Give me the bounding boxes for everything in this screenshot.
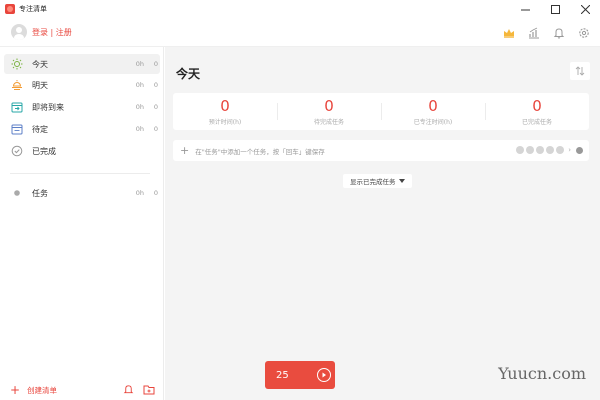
title-bar: 专注清单 bbox=[0, 0, 600, 18]
sidebar-item-tasks[interactable]: 任务 0h 0 bbox=[4, 183, 160, 203]
sidebar-footer: + 创建清单 bbox=[0, 380, 163, 400]
sidebar-item-count: 0 bbox=[153, 81, 158, 89]
sidebar-item-time: 0h bbox=[135, 189, 144, 197]
plus-icon: + bbox=[180, 144, 190, 157]
sidebar: 今天 0h 0 明天 0h 0 即将到来 0h 0 待定 0h 0 已完成 任务… bbox=[0, 47, 164, 400]
sidebar-item-pending[interactable]: 待定 0h 0 bbox=[4, 119, 160, 139]
main-panel: 今天 0 预计时间(h) 0 待完成任务 0 已专注时间(h) 0 已完成任务 … bbox=[165, 47, 600, 400]
pomodoro-estimate-selector[interactable]: › bbox=[516, 146, 571, 154]
sidebar-divider bbox=[10, 173, 150, 174]
stat-focused-time: 0 已专注时间(h) bbox=[381, 93, 485, 130]
login-register-link[interactable]: 登录 | 注册 bbox=[32, 27, 72, 38]
plus-icon: + bbox=[10, 383, 21, 397]
sidebar-item-label: 待定 bbox=[32, 124, 48, 134]
stat-pending-tasks: 0 待完成任务 bbox=[277, 93, 381, 130]
tomato-icon[interactable] bbox=[546, 146, 555, 154]
sort-icon bbox=[575, 66, 585, 76]
calendar-upcoming-icon bbox=[10, 100, 24, 114]
crown-icon[interactable] bbox=[503, 27, 515, 39]
sidebar-item-time: 0h bbox=[135, 103, 144, 111]
avatar[interactable] bbox=[11, 24, 27, 40]
close-button[interactable] bbox=[570, 0, 600, 18]
tomato-icon[interactable] bbox=[536, 146, 545, 154]
stat-value: 0 bbox=[428, 96, 438, 115]
dot-icon bbox=[10, 186, 24, 200]
stat-value: 0 bbox=[220, 96, 230, 115]
calendar-pending-icon bbox=[10, 122, 24, 136]
close-icon bbox=[580, 4, 590, 14]
tomato-icon[interactable] bbox=[516, 146, 525, 154]
stats-panel: 0 预计时间(h) 0 待完成任务 0 已专注时间(h) 0 已完成任务 bbox=[173, 93, 589, 130]
sidebar-item-count: 0 bbox=[153, 189, 158, 197]
stat-completed-tasks: 0 已完成任务 bbox=[485, 93, 589, 130]
sidebar-item-upcoming[interactable]: 即将到来 0h 0 bbox=[4, 97, 160, 117]
stat-label: 预计时间(h) bbox=[208, 118, 242, 126]
chevron-right-icon[interactable]: › bbox=[568, 146, 571, 154]
sidebar-item-label: 明天 bbox=[32, 80, 48, 90]
chart-icon[interactable] bbox=[528, 27, 540, 39]
header-toolbar bbox=[503, 18, 590, 47]
window-controls bbox=[510, 0, 600, 18]
page-title: 今天 bbox=[176, 67, 201, 81]
sort-button[interactable] bbox=[570, 62, 590, 80]
stat-label: 已完成任务 bbox=[521, 118, 552, 126]
bell-icon[interactable] bbox=[553, 27, 565, 39]
minimize-button[interactable] bbox=[510, 0, 540, 18]
add-task-input[interactable]: + 在"任务"中添加一个任务，按「回车」键保存 › bbox=[173, 140, 589, 161]
sidebar-item-count: 0 bbox=[153, 125, 158, 133]
sidebar-footer-icons bbox=[123, 384, 155, 397]
sidebar-item-tomorrow[interactable]: 明天 0h 0 bbox=[4, 75, 160, 95]
app-header: 登录 | 注册 bbox=[0, 18, 600, 47]
tomato-icon[interactable] bbox=[556, 146, 565, 154]
folder-icon[interactable] bbox=[143, 384, 155, 397]
sidebar-item-time: 0h bbox=[135, 60, 144, 68]
pomodoro-timer-button[interactable]: 25 bbox=[265, 361, 335, 389]
minimize-icon bbox=[520, 9, 530, 10]
sidebar-item-time: 0h bbox=[135, 125, 144, 133]
sidebar-item-label: 任务 bbox=[32, 188, 48, 198]
sun-icon bbox=[10, 57, 24, 71]
create-list-button[interactable]: + 创建清单 bbox=[10, 383, 57, 397]
show-completed-toggle[interactable]: 显示已完成任务 bbox=[343, 174, 412, 188]
sidebar-item-label: 今天 bbox=[32, 59, 48, 69]
check-circle-icon bbox=[10, 144, 24, 158]
maximize-icon bbox=[550, 4, 560, 14]
sidebar-item-completed[interactable]: 已完成 bbox=[4, 141, 160, 161]
timer-minutes: 25 bbox=[276, 369, 289, 381]
sidebar-item-label: 即将到来 bbox=[32, 102, 64, 112]
stat-value: 0 bbox=[324, 96, 334, 115]
app-logo-icon bbox=[5, 4, 15, 14]
stat-estimated-time: 0 预计时间(h) bbox=[173, 93, 277, 130]
show-completed-label: 显示已完成任务 bbox=[350, 178, 396, 186]
stat-label: 已专注时间(h) bbox=[413, 118, 453, 126]
watermark: Yuucn.com bbox=[498, 364, 586, 383]
caret-down-icon bbox=[398, 178, 405, 183]
sidebar-item-count: 0 bbox=[153, 103, 158, 111]
settings-icon[interactable] bbox=[578, 27, 590, 39]
app-title: 专注清单 bbox=[19, 5, 47, 13]
sidebar-item-label: 已完成 bbox=[32, 146, 56, 156]
play-icon[interactable] bbox=[317, 368, 331, 382]
sidebar-item-time: 0h bbox=[135, 81, 144, 89]
sunset-icon bbox=[10, 78, 24, 92]
sidebar-item-count: 0 bbox=[153, 60, 158, 68]
stat-label: 待完成任务 bbox=[313, 118, 344, 126]
maximize-button[interactable] bbox=[540, 0, 570, 18]
bell-folder-icon[interactable] bbox=[123, 384, 134, 397]
stat-value: 0 bbox=[532, 96, 542, 115]
sidebar-item-today[interactable]: 今天 0h 0 bbox=[4, 54, 160, 74]
add-task-placeholder: 在"任务"中添加一个任务，按「回车」键保存 bbox=[195, 147, 325, 156]
list-color-dot-icon[interactable] bbox=[576, 147, 583, 154]
tomato-icon[interactable] bbox=[526, 146, 535, 154]
create-list-label: 创建清单 bbox=[27, 385, 58, 395]
